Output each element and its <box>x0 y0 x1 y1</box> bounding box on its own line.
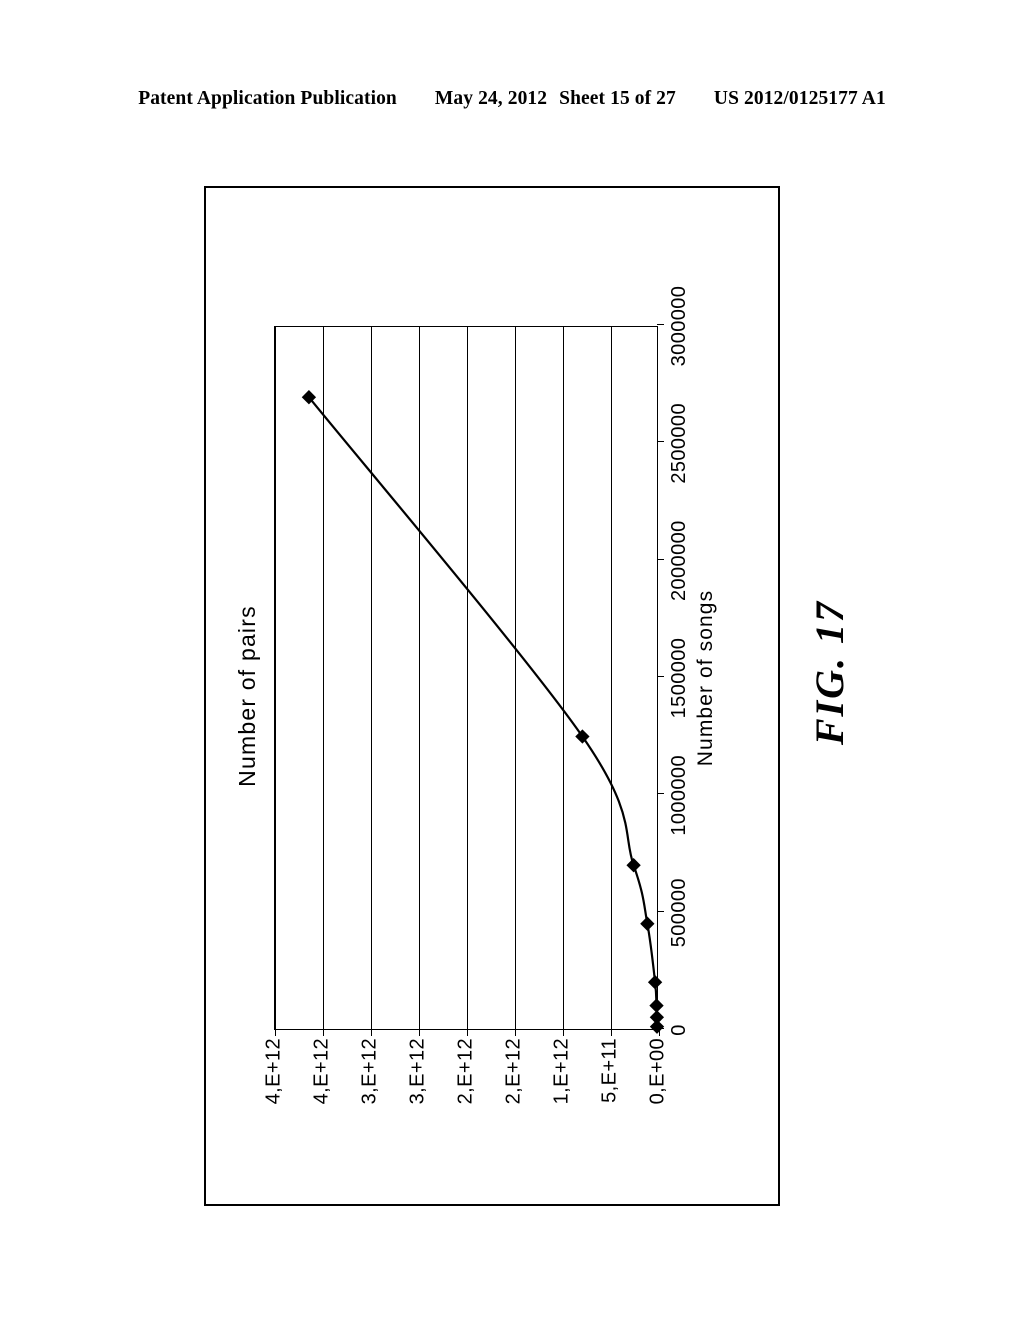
series-line <box>301 390 665 1034</box>
figure-border: Number of pairs Pairs 0,E+005,E+111,E+12… <box>204 186 780 1206</box>
y-axis-tick-label: 4,E+12 <box>262 1038 285 1105</box>
x-axis-tick-label: 0 <box>668 1024 690 1036</box>
y-axis-tick-mark <box>467 1029 468 1036</box>
y-axis-tick-label: 5,E+11 <box>598 1038 621 1103</box>
y-axis-tick-label: 3,E+12 <box>358 1038 381 1105</box>
patent-header: Patent Application Publication May 24, 20… <box>0 88 1024 110</box>
y-axis-tick-mark <box>275 1029 276 1036</box>
y-axis-tick-label: 3,E+12 <box>406 1038 429 1105</box>
x-axis-tick-labels: 0 500000 1000000 1500000 2000000 2500000 30000… <box>658 286 692 1036</box>
y-axis-tick-label: 2,E+12 <box>454 1038 477 1105</box>
x-axis-tick-label: 1000000 <box>668 755 690 836</box>
gridline-horizontal <box>563 327 564 1029</box>
y-axis-tick-label: 2,E+12 <box>502 1038 525 1105</box>
x-axis-tick-label: 1500000 <box>668 637 690 719</box>
plot-area <box>274 324 665 1036</box>
x-axis-tick-label: 3000000 <box>668 285 690 367</box>
gridline-horizontal <box>467 327 468 1029</box>
patent-header-publication: Patent Application Publication <box>138 88 397 109</box>
data-point-marker <box>626 858 641 873</box>
x-axis-title: Number of songs <box>694 589 717 767</box>
y-axis-tick-mark <box>563 1029 564 1036</box>
gridline-horizontal <box>275 327 276 1029</box>
y-axis-tick-labels: 0,E+00 5,E+11 1,E+12 2,E+12 2,E+12 3,E+12 3,E+… <box>263 1038 669 1126</box>
x-axis-tick-label: 2500000 <box>668 403 690 484</box>
gridline-horizontal <box>371 327 372 1029</box>
x-axis-tick-mark <box>657 324 664 325</box>
patent-header-date: May 24, 2012 <box>434 88 548 109</box>
x-axis-tick-label: 500000 <box>668 878 690 948</box>
gridline-horizontal <box>323 327 324 1029</box>
gridline-horizontal <box>419 327 420 1029</box>
series-path <box>309 397 657 1026</box>
y-axis-tick-mark <box>515 1029 516 1036</box>
y-axis-tick-mark <box>419 1029 420 1036</box>
data-point-marker <box>575 729 590 744</box>
rotated-chart: Number of pairs Pairs 0,E+005,E+111,E+12… <box>232 266 752 1126</box>
patent-header-sheet: Sheet 15 of 27 <box>559 88 676 109</box>
gridline-horizontal <box>515 327 516 1029</box>
y-axis-tick-label: 0,E+00 <box>646 1038 669 1105</box>
y-axis-tick-label: 1,E+12 <box>550 1038 573 1105</box>
gridline-horizontal <box>611 327 612 1029</box>
y-axis-tick-mark <box>611 1029 612 1036</box>
figure-label: FIG. 17 <box>807 600 852 746</box>
y-axis-tick-label: 4,E+12 <box>310 1038 333 1105</box>
y-axis-tick-mark <box>323 1029 324 1036</box>
patent-header-docnumber: US 2012/0125177 A1 <box>713 88 886 109</box>
y-axis-tick-mark <box>371 1029 372 1036</box>
data-point-marker <box>640 916 655 931</box>
y-axis-tick-mark <box>659 1029 660 1036</box>
x-axis-tick-label: 2000000 <box>668 520 690 602</box>
